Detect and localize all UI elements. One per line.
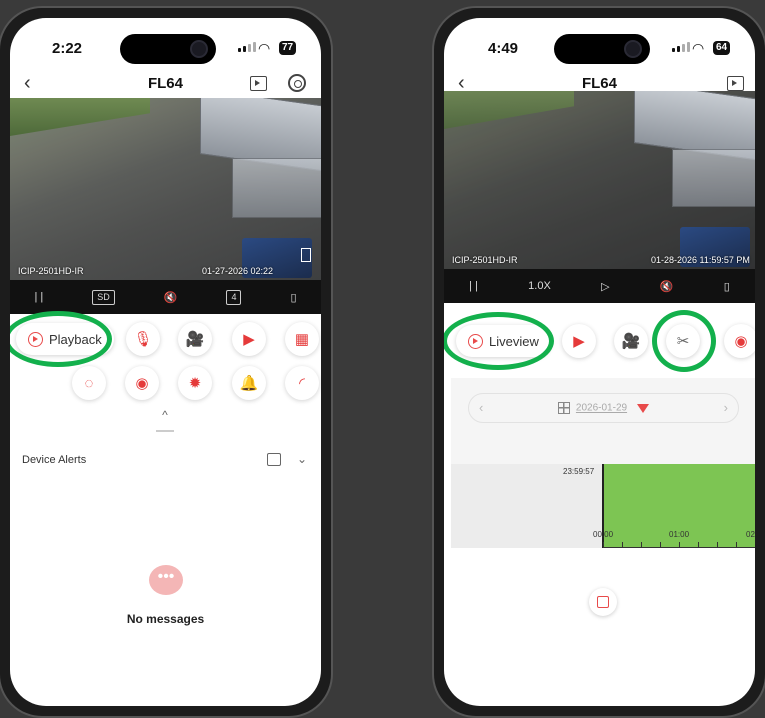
wiper-icon[interactable]: ◜ xyxy=(285,366,319,400)
dynamic-island xyxy=(554,34,650,64)
camera-label: ICIP-2501HD-IR xyxy=(18,266,84,276)
right-screen: 4:49 ◠ 64 ‹ FL64 ICIP-2501HD-IR 01-28-20… xyxy=(444,18,755,706)
timeline-ticks xyxy=(603,542,755,548)
video-icon[interactable]: ▶ xyxy=(232,322,266,356)
page-title: FL64 xyxy=(581,75,617,92)
eye-icon[interactable]: ◉ xyxy=(125,366,159,400)
youtube-icon[interactable]: ▶ xyxy=(562,324,596,358)
signal-icon xyxy=(238,42,256,52)
date-label[interactable]: 2026-01-29 xyxy=(576,403,627,414)
filter-icon[interactable] xyxy=(637,403,650,413)
battery-indicator: 77 xyxy=(279,41,297,55)
tick-label: 01:00 xyxy=(669,530,690,539)
highlight-circle-scissors xyxy=(652,310,716,372)
video-controls: | | SD 🔇 4 ▯ xyxy=(10,280,321,314)
status-bar: 4:49 ◠ 64 xyxy=(444,18,755,70)
clock: 2:22 xyxy=(52,40,83,57)
calendar-icon[interactable] xyxy=(267,453,281,466)
cursor-time: 23:59:57 xyxy=(563,467,595,476)
mute-icon[interactable]: 🔇 xyxy=(164,291,178,304)
timeline[interactable]: 23:59:57 00:00 01:00 02 xyxy=(451,464,755,548)
playback-list-button[interactable] xyxy=(589,588,617,616)
right-phone: 4:49 ◠ 64 ‹ FL64 ICIP-2501HD-IR 01-28-20… xyxy=(432,6,765,718)
grid-view-icon[interactable] xyxy=(557,402,570,414)
video-feed[interactable]: ICIP-2501HD-IR 01-27-2026 02:22 xyxy=(10,98,321,280)
bookmark-icon[interactable] xyxy=(301,248,311,262)
device-alerts-title: Device Alerts xyxy=(22,454,87,466)
drawer-handle[interactable]: ^ xyxy=(150,408,180,432)
tick-label: 00:00 xyxy=(593,530,614,539)
camera-icon[interactable]: 🎥 xyxy=(178,322,212,356)
quality-button[interactable]: SD xyxy=(92,289,115,305)
playlist-icon[interactable] xyxy=(250,76,267,91)
wifi-icon: ◠ xyxy=(692,40,705,56)
pause-button[interactable]: | | xyxy=(469,280,478,292)
speed-button[interactable]: 1.0X xyxy=(528,280,551,292)
message-bubble-icon: ••• xyxy=(149,565,183,595)
mute-icon[interactable]: 🔇 xyxy=(660,280,674,293)
video-timestamp: 01-27-2026 02:22 xyxy=(202,266,274,276)
camera-icon[interactable]: 🎥 xyxy=(614,324,648,358)
pause-button[interactable]: | | xyxy=(34,291,43,303)
chevron-up-icon: ^ xyxy=(162,408,168,422)
status-bar: 2:22 ◠ 77 xyxy=(10,18,321,70)
next-day-button[interactable]: › xyxy=(724,400,728,415)
playlist-icon[interactable] xyxy=(727,76,744,91)
play-icon[interactable]: ▷ xyxy=(601,280,609,293)
microphone-icon[interactable]: 🎙 xyxy=(126,322,160,356)
device-icon[interactable]: ▯ xyxy=(724,280,730,293)
tick-label: 02 xyxy=(746,530,755,539)
video-timestamp: 01-28-2026 11:59:57 PM xyxy=(651,255,750,265)
left-screen: 2:22 ◠ 77 ‹ FL64 ICIP-2501HD-IR 01-27-20… xyxy=(10,18,321,706)
battery-indicator: 64 xyxy=(713,41,731,55)
page-title: FL64 xyxy=(147,75,183,92)
camera-label: ICIP-2501HD-IR xyxy=(452,255,518,265)
highlight-circle xyxy=(444,312,554,370)
video-controls: | | 1.0X ▷ 🔇 ▯ xyxy=(444,269,755,303)
device-icon[interactable]: ▯ xyxy=(290,291,296,304)
signal-icon xyxy=(672,42,690,52)
eye-icon[interactable]: ◉ xyxy=(724,324,755,358)
clock: 4:49 xyxy=(488,40,519,57)
gear-icon[interactable] xyxy=(288,74,306,92)
bell-icon[interactable]: 🔔 xyxy=(232,366,266,400)
grid-icon[interactable]: ▦ xyxy=(285,322,319,356)
highlight-circle xyxy=(10,311,112,367)
empty-message: No messages xyxy=(126,612,205,626)
chevron-down-icon[interactable]: ⌄ xyxy=(297,452,307,466)
nav-bar: ‹ FL64 xyxy=(10,70,321,100)
motion-icon[interactable]: ◌ xyxy=(72,366,106,400)
dynamic-island xyxy=(120,34,216,64)
date-selector: ‹ 2026-01-29 › xyxy=(468,393,739,423)
light-icon[interactable]: ✹ xyxy=(178,366,212,400)
left-phone: 2:22 ◠ 77 ‹ FL64 ICIP-2501HD-IR 01-27-20… xyxy=(0,6,333,718)
video-feed[interactable]: ICIP-2501HD-IR 01-28-2026 11:59:57 PM xyxy=(444,91,755,269)
wifi-icon: ◠ xyxy=(258,40,271,56)
channels-button[interactable]: 4 xyxy=(226,289,242,305)
device-alerts-header: Device Alerts ⌄ xyxy=(22,452,307,466)
